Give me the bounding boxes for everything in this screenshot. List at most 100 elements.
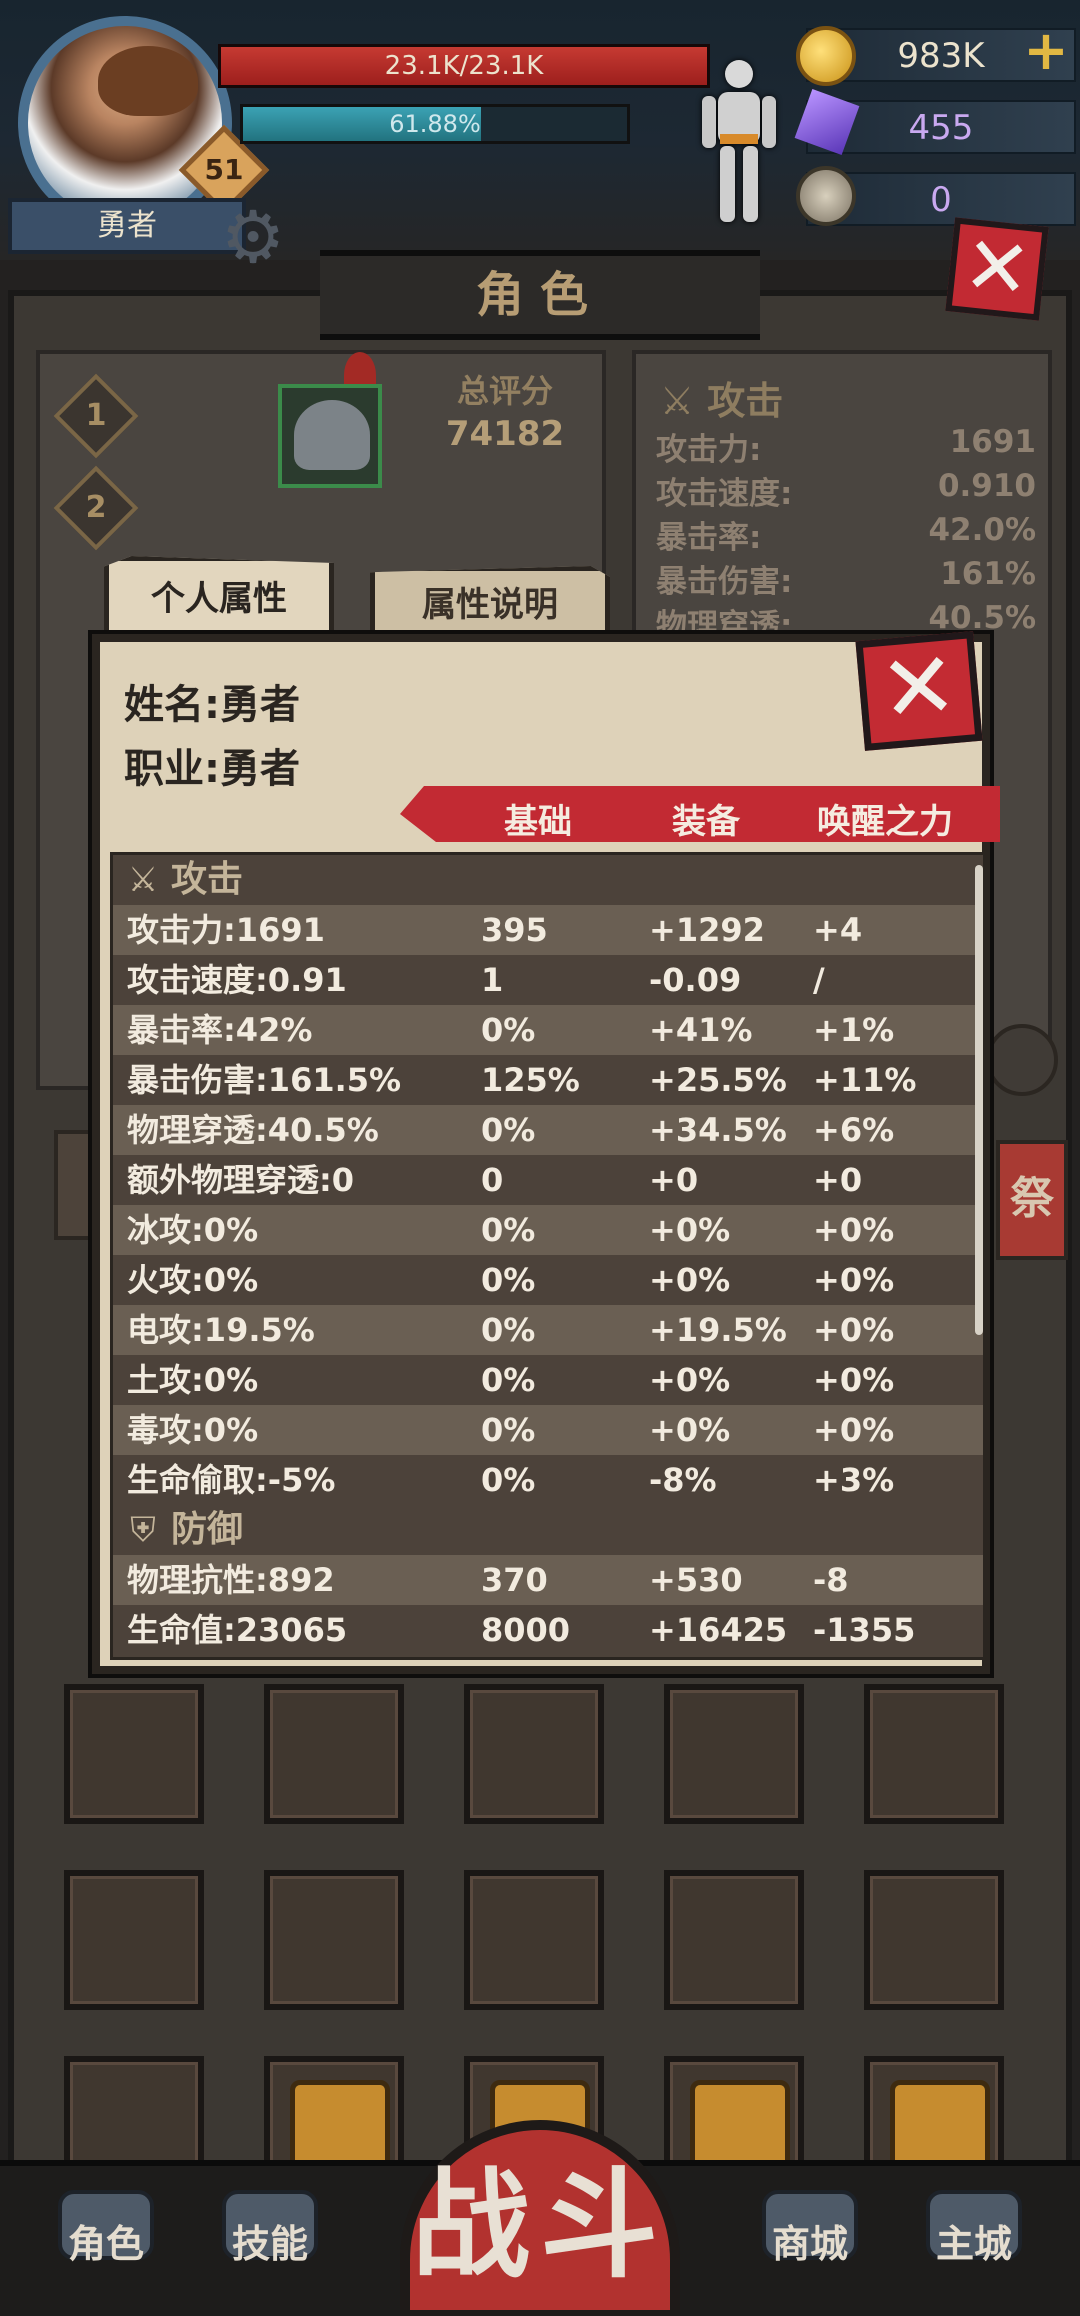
tab-personal-attributes[interactable]: 个人属性 xyxy=(104,556,334,644)
stat-cell: 土攻:0% xyxy=(127,1361,259,1399)
awaken-cell: +4 xyxy=(813,911,863,949)
lock-icon xyxy=(690,2080,790,2170)
summary-row: 攻击力: 1691 xyxy=(656,424,1036,468)
score-value: 74182 xyxy=(445,414,565,454)
table-row: 暴击伤害:161.5% 125% +25.5% +11% xyxy=(113,1055,983,1105)
equip-cell: -0.09 xyxy=(649,961,742,999)
summary-key: 暴击伤害: xyxy=(656,564,793,600)
table-row: 攻击力:1691 395 +1292 +4 xyxy=(113,905,983,955)
header-base: 基础 xyxy=(504,802,572,842)
awaken-cell: +0% xyxy=(813,1361,895,1399)
base-cell: 0% xyxy=(481,1311,536,1349)
inventory-slot[interactable] xyxy=(264,1870,404,2010)
base-cell: 0% xyxy=(481,1261,536,1299)
awaken-cell: / xyxy=(813,961,825,999)
magnifier-icon[interactable] xyxy=(986,1024,1058,1096)
loadout-slot-1-label: 1 xyxy=(85,398,107,433)
inventory-slot[interactable] xyxy=(464,1870,604,2010)
level-text: 51 xyxy=(204,153,244,186)
summary-row: 攻击速度: 0.910 xyxy=(656,468,1036,512)
awaken-cell: +6% xyxy=(813,1111,895,1149)
inventory-slot[interactable] xyxy=(664,1684,804,1824)
inventory-slot[interactable] xyxy=(64,1684,204,1824)
equip-cell: +0% xyxy=(649,1211,731,1249)
nav-role[interactable]: 角色 xyxy=(36,2180,176,2310)
equip-cell: +530 xyxy=(649,1561,743,1599)
table-row: 暴击率:42% 0% +41% +1% xyxy=(113,1005,983,1055)
table-row: 电攻:19.5% 0% +19.5% +0% xyxy=(113,1305,983,1355)
stat-cell: 生命值:23065 xyxy=(127,1611,348,1649)
helmet-equipment-slot[interactable] xyxy=(278,384,382,488)
equip-cell: +0 xyxy=(649,1161,699,1199)
nav-role-label: 角色 xyxy=(67,2222,144,2266)
add-gold-button[interactable]: + xyxy=(1018,24,1074,80)
hero-hair xyxy=(98,46,198,116)
equip-cell: +25.5% xyxy=(649,1061,787,1099)
loadout-slot-2-label: 2 xyxy=(85,490,107,525)
armor-figure-icon[interactable] xyxy=(696,54,782,230)
stat-cell: 暴击伤害:161.5% xyxy=(127,1061,402,1099)
summary-key: 攻击力: xyxy=(656,432,762,468)
page-title: 角色 xyxy=(475,267,604,323)
equip-cell: +34.5% xyxy=(649,1111,787,1149)
stats-summary-section: 攻击 xyxy=(707,379,784,423)
attribute-table[interactable]: ⚔ 攻击 攻击力:1691 395 +1292 +4 攻击速度:0.91 1 -0.09/… xyxy=(110,852,986,1660)
table-row: 物理抗性:892 370 +530 -8 xyxy=(113,1555,983,1605)
name-line: 姓名:勇者 xyxy=(124,682,300,728)
awaken-cell: +0 xyxy=(813,1161,863,1199)
summary-key: 暴击率: xyxy=(656,520,762,556)
base-cell: 125% xyxy=(481,1061,580,1099)
equip-cell: +41% xyxy=(649,1011,753,1049)
inventory-slot[interactable] xyxy=(864,1684,1004,1824)
section-attack: 攻击 xyxy=(171,859,244,900)
gear-icon[interactable]: ⚙ xyxy=(212,196,294,278)
nav-shop[interactable]: 商城 xyxy=(740,2180,880,2310)
stat-cell: 物理抗性:892 xyxy=(127,1561,335,1599)
tab-attribute-explanation[interactable]: 属性说明 xyxy=(370,566,610,644)
close-icon[interactable]: ✕ xyxy=(855,631,983,751)
awaken-cell: +0% xyxy=(813,1411,895,1449)
attribute-dialog: 姓名:勇者 职业:勇者 基础 装备 唤醒之力 ⚔ 攻击 攻击力:1691 395 +… xyxy=(92,634,1000,1674)
xp-bar: 61.88% xyxy=(240,104,630,144)
hero-name: 勇者 xyxy=(8,198,246,254)
base-cell: 8000 xyxy=(481,1611,571,1649)
equip-cell: +16425 xyxy=(649,1611,788,1649)
nav-city[interactable]: 主城 xyxy=(904,2180,1044,2310)
nav-skill[interactable]: 技能 xyxy=(200,2180,340,2310)
summary-value: 161% xyxy=(940,556,1036,592)
close-icon[interactable]: ✕ xyxy=(945,217,1049,321)
stat-cell: 额外物理穿透:0 xyxy=(127,1161,355,1199)
base-cell: 1 xyxy=(481,961,504,999)
equip-cell: +1292 xyxy=(649,911,765,949)
nav-skill-label: 技能 xyxy=(231,2222,308,2266)
summary-value: 0.910 xyxy=(937,468,1036,504)
stat-cell: 生命偷取:-5% xyxy=(127,1461,336,1499)
xp-text: 61.88% xyxy=(389,110,481,138)
base-cell: 0% xyxy=(481,1111,536,1149)
inventory-slot[interactable] xyxy=(864,1870,1004,2010)
base-cell: 395 xyxy=(481,911,548,949)
score-label: 总评分 xyxy=(456,372,553,410)
stat-cell: 暴击率:42% xyxy=(127,1011,313,1049)
stat-cell: 物理穿透:40.5% xyxy=(127,1111,379,1149)
equip-cell: +0% xyxy=(649,1361,731,1399)
coin-icon xyxy=(796,26,856,86)
inventory-slot[interactable] xyxy=(264,1684,404,1824)
stat-cell: 攻击速度:0.91 xyxy=(127,961,347,999)
awaken-cell: +3% xyxy=(813,1461,895,1499)
stat-cell: 冰攻:0% xyxy=(127,1211,259,1249)
inventory-slot[interactable] xyxy=(464,1684,604,1824)
table-row: 生命值:23065 8000 +16425 -1355 xyxy=(113,1605,983,1655)
stat-cell: 攻击力:1691 xyxy=(127,911,325,949)
nav-city-label: 主城 xyxy=(935,2222,1012,2266)
stat-cell: 电攻:19.5% xyxy=(127,1311,315,1349)
table-row: 火攻:0% 0% +0% +0% xyxy=(113,1255,983,1305)
sacrifice-button[interactable]: 祭 xyxy=(996,1140,1068,1260)
table-scrollbar[interactable] xyxy=(975,865,983,1335)
inventory-slot[interactable] xyxy=(64,1870,204,2010)
inventory-slot[interactable] xyxy=(664,1870,804,2010)
equip-cell: -8% xyxy=(649,1461,717,1499)
awaken-cell: +0% xyxy=(813,1211,895,1249)
summary-row: 暴击伤害: 161% xyxy=(656,556,1036,600)
awaken-cell: +0% xyxy=(813,1311,895,1349)
